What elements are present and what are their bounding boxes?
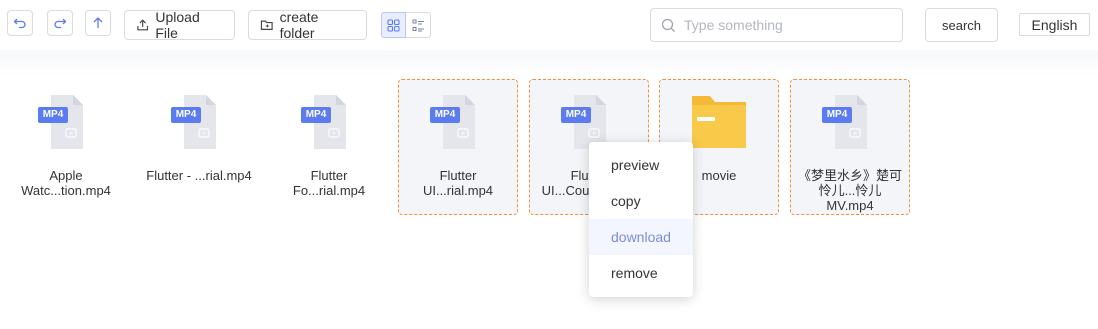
file-item[interactable]: MP4 Apple Watc...tion.mp4 bbox=[6, 79, 126, 215]
menu-item-copy[interactable]: copy bbox=[589, 183, 693, 219]
grid-icon bbox=[387, 18, 400, 32]
list-view-button[interactable] bbox=[406, 12, 431, 38]
mp4-file-icon: MP4 bbox=[423, 93, 493, 151]
go-up-button[interactable] bbox=[85, 10, 111, 36]
context-menu: preview copy download remove bbox=[589, 142, 693, 297]
undo-button[interactable] bbox=[7, 10, 33, 36]
redo-button[interactable] bbox=[47, 10, 73, 36]
mp4-file-icon: MP4 bbox=[164, 93, 234, 151]
redo-icon bbox=[54, 18, 67, 29]
arrow-up-icon bbox=[93, 17, 103, 28]
mp4-file-icon: MP4 bbox=[294, 93, 364, 151]
file-item[interactable]: MP4 Flutter UI...rial.mp4 bbox=[398, 79, 518, 215]
search-input[interactable] bbox=[684, 17, 884, 33]
file-type-badge: MP4 bbox=[565, 109, 587, 120]
file-type-badge: MP4 bbox=[305, 109, 327, 120]
mp4-file-icon: MP4 bbox=[815, 93, 885, 151]
menu-item-remove[interactable]: remove bbox=[589, 255, 693, 291]
file-type-badge: MP4 bbox=[42, 109, 64, 120]
undo-icon bbox=[13, 18, 26, 29]
create-folder-label: create folder bbox=[279, 9, 319, 41]
file-grid: MP4 Apple Watc...tion.mp4 MP4 Flutter - … bbox=[0, 50, 1098, 329]
file-type-badge: MP4 bbox=[434, 109, 456, 120]
file-name: Apple Watc...tion.mp4 bbox=[21, 168, 111, 198]
menu-item-preview[interactable]: preview bbox=[589, 147, 693, 183]
upload-icon bbox=[137, 19, 149, 31]
file-type-badge: MP4 bbox=[175, 109, 197, 120]
file-type-badge: MP4 bbox=[826, 109, 848, 120]
search-button[interactable]: search bbox=[925, 8, 998, 42]
search-icon bbox=[661, 18, 675, 32]
list-icon bbox=[412, 19, 424, 31]
folder-icon bbox=[684, 93, 754, 151]
file-name: Flutter - ...rial.mp4 bbox=[146, 168, 252, 183]
file-name: 《梦里水乡》楚可怜儿...怜儿MV.mp4 bbox=[797, 168, 902, 213]
mp4-file-icon: MP4 bbox=[31, 93, 101, 151]
upload-file-button[interactable]: Upload File bbox=[124, 9, 235, 41]
file-item[interactable]: MP4 Flutter Fo...rial.mp4 bbox=[269, 79, 389, 215]
language-select[interactable]: English bbox=[1019, 13, 1090, 36]
file-item[interactable]: MP4 《梦里水乡》楚可怜儿...怜儿MV.mp4 bbox=[790, 79, 910, 215]
menu-item-download[interactable]: download bbox=[589, 219, 693, 255]
search-box bbox=[650, 8, 903, 42]
folder-add-icon bbox=[260, 20, 273, 30]
upload-file-label: Upload File bbox=[155, 9, 200, 41]
file-name: Flutter UI...rial.mp4 bbox=[422, 168, 494, 198]
grid-view-button[interactable] bbox=[381, 12, 406, 38]
toolbar: Upload File create folder Type something… bbox=[0, 0, 1098, 50]
view-toggle bbox=[381, 12, 431, 38]
file-item[interactable]: MP4 Flutter - ...rial.mp4 bbox=[139, 79, 259, 215]
create-folder-button[interactable]: create folder bbox=[248, 9, 367, 41]
file-name: Flutter Fo...rial.mp4 bbox=[292, 168, 366, 198]
